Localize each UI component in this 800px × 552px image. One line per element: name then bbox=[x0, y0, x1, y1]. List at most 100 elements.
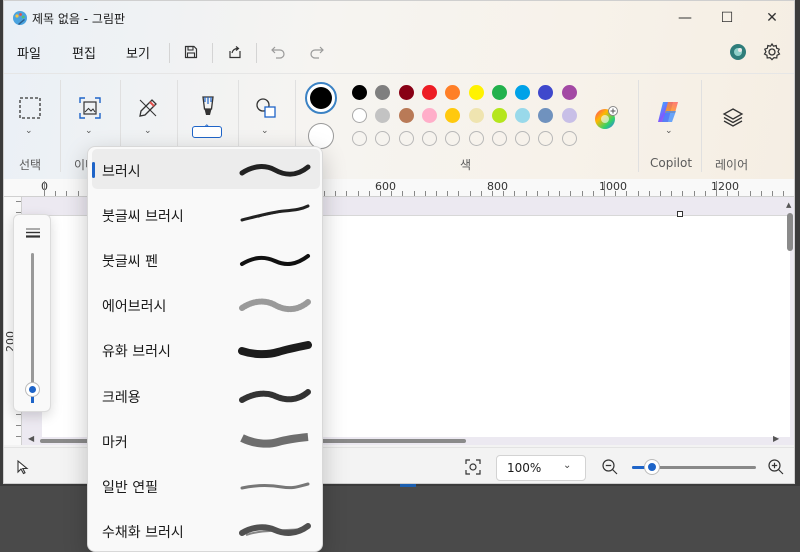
color-swatch[interactable] bbox=[398, 85, 414, 100]
custom-color-slot[interactable] bbox=[398, 131, 414, 146]
ruler-tick bbox=[447, 191, 449, 196]
vertical-scrollbar[interactable]: ▲ bbox=[786, 201, 793, 441]
color-swatch[interactable] bbox=[375, 108, 391, 123]
tools-button[interactable] bbox=[134, 94, 162, 122]
ruler-label: 800 bbox=[487, 180, 508, 193]
color-swatch[interactable] bbox=[491, 85, 507, 100]
layers-button[interactable] bbox=[720, 104, 746, 130]
image-tool[interactable] bbox=[76, 94, 104, 122]
copilot-button[interactable] bbox=[654, 98, 684, 126]
brush-option-brush[interactable]: 브러시 bbox=[92, 149, 320, 189]
image-dropdown-chevron-icon[interactable]: ⌄ bbox=[85, 126, 93, 136]
brush-size-slider-thumb[interactable] bbox=[26, 383, 39, 396]
custom-color-slot[interactable] bbox=[515, 131, 531, 146]
brush-option-calligraphy-pen[interactable]: 붓글씨 펜 bbox=[92, 239, 320, 279]
zoom-level-dropdown[interactable]: 100% ⌄ bbox=[496, 455, 586, 481]
color-swatch[interactable] bbox=[515, 108, 531, 123]
color-swatch[interactable] bbox=[561, 85, 577, 100]
custom-color-slot[interactable] bbox=[445, 131, 461, 146]
color-swatch[interactable] bbox=[491, 108, 507, 123]
shapes-button[interactable] bbox=[252, 94, 280, 122]
ruler-tick bbox=[626, 191, 628, 196]
color-swatch[interactable] bbox=[445, 108, 461, 123]
color-swatch[interactable] bbox=[515, 85, 531, 100]
color-swatch[interactable] bbox=[352, 85, 367, 100]
ruler-tick bbox=[548, 191, 549, 196]
brushes-dropdown-toggle[interactable]: ⌃ bbox=[192, 124, 222, 138]
custom-color-slot[interactable] bbox=[561, 131, 577, 146]
custom-color-slot[interactable] bbox=[491, 131, 507, 146]
custom-color-slot[interactable] bbox=[352, 131, 367, 146]
menu-view[interactable]: 보기 bbox=[126, 43, 150, 62]
ruler-tick bbox=[772, 191, 773, 196]
ruler-tick bbox=[66, 191, 68, 196]
color-swatch[interactable] bbox=[538, 85, 554, 100]
color-swatch[interactable] bbox=[352, 108, 367, 123]
color-wheel-icon bbox=[595, 106, 618, 129]
settings-gear-icon[interactable] bbox=[762, 42, 782, 62]
fit-to-window-icon[interactable] bbox=[464, 458, 482, 476]
calligraphy-pen-stroke-preview-icon bbox=[238, 247, 312, 273]
canvas-resize-handle[interactable] bbox=[677, 211, 683, 217]
primary-color-selector[interactable] bbox=[305, 82, 337, 114]
tools-dropdown-chevron-icon[interactable]: ⌄ bbox=[144, 126, 152, 136]
undo-icon[interactable] bbox=[267, 41, 289, 63]
shapes-dropdown-chevron-icon[interactable]: ⌄ bbox=[261, 126, 269, 136]
ribbon-divider bbox=[701, 80, 702, 172]
copilot-group-label: Copilot bbox=[650, 156, 693, 170]
menu-edit[interactable]: 편집 bbox=[72, 43, 96, 62]
custom-color-slot[interactable] bbox=[421, 131, 437, 146]
menu-file[interactable]: 파일 bbox=[17, 43, 41, 62]
selection-tool[interactable] bbox=[16, 94, 44, 122]
color-swatch[interactable] bbox=[375, 85, 391, 100]
scroll-up-arrow-icon[interactable]: ▲ bbox=[786, 201, 791, 209]
account-avatar-icon[interactable] bbox=[728, 42, 748, 62]
brush-option-natural-pencil[interactable]: 일반 연필 bbox=[92, 465, 320, 505]
scroll-left-arrow-icon[interactable]: ◀ bbox=[28, 434, 34, 443]
brush-size-slider-track[interactable] bbox=[31, 253, 34, 403]
custom-color-slot[interactable] bbox=[468, 131, 484, 146]
color-swatch[interactable] bbox=[421, 85, 437, 100]
close-button[interactable]: ✕ bbox=[758, 7, 786, 29]
brush-option-calligraphy-brush[interactable]: 붓글씨 브러시 bbox=[92, 194, 320, 234]
brush-option-watercolor-brush[interactable]: 수채화 브러시 bbox=[92, 510, 320, 550]
color-swatch[interactable] bbox=[561, 108, 577, 123]
title-bar: 제목 없음 - 그림판 — ☐ ✕ bbox=[4, 1, 794, 35]
brush-option-oil-brush[interactable]: 유화 브러시 bbox=[92, 329, 320, 369]
copilot-icon bbox=[658, 102, 678, 122]
selection-dropdown-chevron-icon[interactable]: ⌄ bbox=[25, 126, 33, 136]
color-swatch[interactable] bbox=[445, 85, 461, 100]
share-icon[interactable] bbox=[224, 41, 246, 63]
color-swatch[interactable] bbox=[468, 85, 484, 100]
custom-color-slot[interactable] bbox=[375, 131, 391, 146]
ruler-tick bbox=[77, 191, 79, 196]
custom-color-slot[interactable] bbox=[538, 131, 554, 146]
zoom-slider-thumb[interactable] bbox=[645, 460, 659, 474]
ruler-tick bbox=[592, 191, 594, 196]
vertical-scroll-thumb[interactable] bbox=[787, 213, 793, 251]
paint-app-icon bbox=[13, 11, 27, 25]
save-icon[interactable] bbox=[180, 41, 202, 63]
zoom-in-icon[interactable] bbox=[767, 458, 785, 476]
brush-option-airbrush[interactable]: 에어브러시 bbox=[92, 284, 320, 324]
ruler-tick bbox=[469, 191, 471, 196]
watercolor-brush-stroke-preview-icon bbox=[238, 518, 312, 544]
natural-pencil-stroke-preview-icon bbox=[238, 473, 312, 499]
scroll-right-arrow-icon[interactable]: ▶ bbox=[773, 434, 779, 443]
maximize-button[interactable]: ☐ bbox=[713, 7, 741, 29]
color-swatch[interactable] bbox=[468, 108, 484, 123]
color-swatch[interactable] bbox=[398, 108, 414, 123]
edit-colors-button[interactable] bbox=[592, 104, 620, 132]
ribbon-divider bbox=[638, 80, 639, 172]
brush-option-marker[interactable]: 마커 bbox=[92, 420, 320, 460]
brush-icon bbox=[202, 96, 214, 115]
brushes-button[interactable] bbox=[194, 92, 222, 124]
color-swatch[interactable] bbox=[421, 108, 437, 123]
redo-icon[interactable] bbox=[306, 41, 328, 63]
ruler-tick bbox=[324, 191, 325, 196]
color-swatch[interactable] bbox=[538, 108, 554, 123]
brush-option-crayon[interactable]: 크레용 bbox=[92, 375, 320, 415]
zoom-out-icon[interactable] bbox=[601, 458, 619, 476]
minimize-button[interactable]: — bbox=[671, 7, 699, 29]
copilot-dropdown-chevron-icon[interactable]: ⌄ bbox=[665, 126, 673, 136]
